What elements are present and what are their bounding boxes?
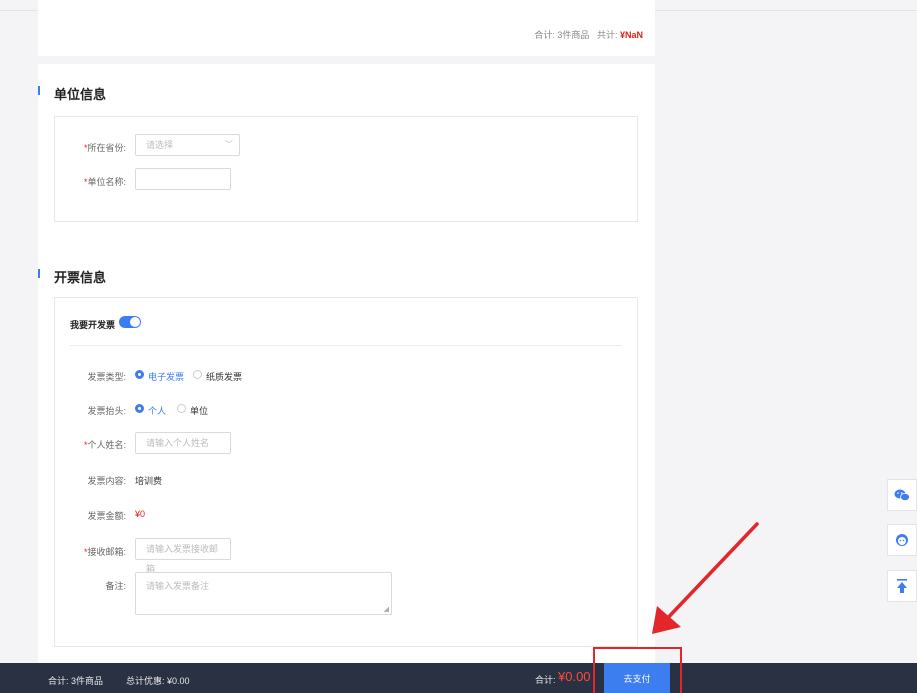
bottom-discount: 总计优惠: ¥0.00 [126, 676, 190, 686]
annotation-highlight-box [593, 647, 682, 693]
chevron-down-icon: ﹀ [225, 140, 233, 149]
unit-info-title: 单位信息 [54, 87, 107, 102]
email-label: *接收邮箱: [83, 547, 126, 557]
wechat-button[interactable] [887, 479, 917, 511]
unit-name-label: *单位名称: [83, 177, 126, 187]
radio-paper-invoice[interactable] [193, 370, 202, 379]
invoice-content-value: 培训费 [135, 476, 163, 486]
radio-unit[interactable] [177, 404, 186, 413]
province-select[interactable]: 请选择 ﹀ [135, 134, 240, 156]
summary-item-count: 3件商品 [557, 30, 590, 40]
radio-electronic-invoice[interactable] [135, 370, 144, 379]
remark-label: 备注: [105, 581, 126, 591]
unit-name-input[interactable] [135, 168, 231, 190]
email-input[interactable]: 请输入发票接收邮箱 [135, 538, 231, 574]
invoice-amount-label: 发票金额: [87, 511, 126, 521]
wechat-icon [894, 489, 910, 501]
electronic-invoice-option[interactable]: 电子发票 [148, 370, 184, 383]
invoice-amount-value: ¥0 [135, 509, 146, 519]
paper-invoice-option[interactable]: 纸质发票 [206, 370, 242, 383]
want-invoice-toggle[interactable] [119, 316, 141, 328]
radio-personal[interactable] [135, 404, 144, 413]
resize-handle-icon[interactable]: ◢ [384, 605, 389, 613]
summary-sum-value: ¥NaN [619, 30, 643, 40]
section-marker [38, 86, 40, 95]
bottom-total-value: ¥0.00 [558, 669, 591, 684]
customer-service-icon [896, 534, 908, 546]
checkout-bar: 合计: 3件商品 总计优惠: ¥0.00 合计: ¥0.00 [0, 663, 917, 693]
province-label: *所在省份: [83, 143, 126, 153]
want-invoice-label: 我要开发票 [70, 320, 116, 330]
invoice-header-label: 发票抬头: [87, 406, 126, 416]
personal-option[interactable]: 个人 [148, 404, 166, 417]
summary-total-label: 合计: [534, 30, 555, 40]
invoice-type-label: 发票类型: [87, 372, 126, 382]
unit-option[interactable]: 单位 [190, 404, 208, 417]
summary-sum-label: 共计: [596, 30, 618, 40]
section-marker [38, 269, 40, 278]
back-to-top-button[interactable] [887, 570, 917, 602]
invoice-divider [70, 345, 622, 346]
invoice-info-title: 开票信息 [54, 270, 107, 285]
toggle-knob [130, 317, 140, 327]
bottom-total-label: 合计: [535, 675, 556, 685]
bottom-item-count: 合计: 3件商品 [48, 676, 104, 686]
back-to-top-icon [897, 579, 907, 593]
invoice-content-label: 发票内容: [87, 476, 126, 486]
personal-name-input[interactable]: 请输入个人姓名 [135, 432, 231, 454]
order-summary: 合计: 3件商品 共计: ¥NaN [534, 28, 643, 41]
order-summary-card: 合计: 3件商品 共计: ¥NaN [38, 0, 655, 56]
remark-textarea[interactable]: 请输入发票备注 ◢ [135, 572, 392, 615]
customer-service-button[interactable] [887, 524, 917, 556]
personal-name-label: *个人姓名: [83, 440, 126, 450]
